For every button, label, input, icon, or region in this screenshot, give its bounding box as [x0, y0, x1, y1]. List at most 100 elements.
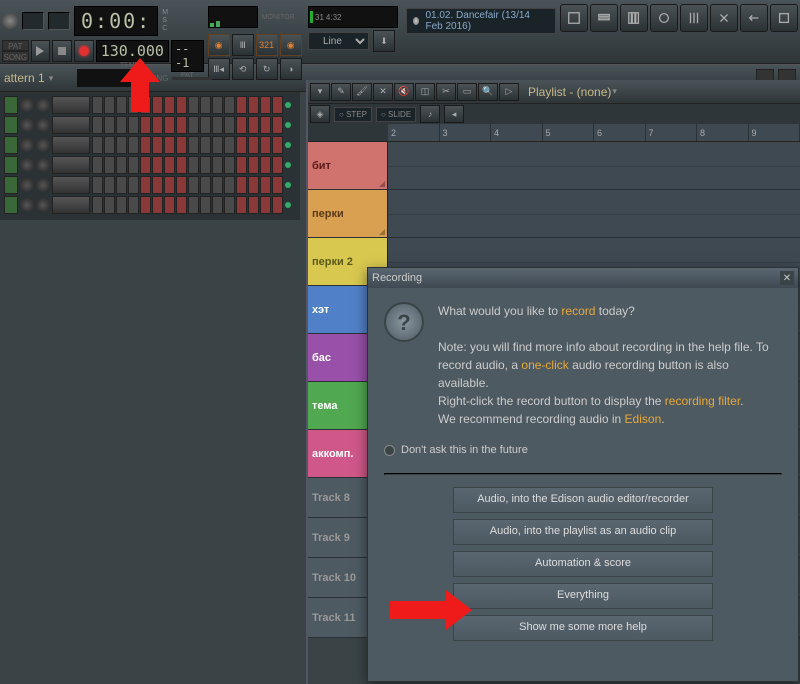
- track-lane[interactable]: [388, 190, 800, 237]
- pan-knob[interactable]: [20, 118, 34, 132]
- step-cell[interactable]: [236, 196, 247, 214]
- step-cell[interactable]: [224, 96, 235, 114]
- step-cell[interactable]: [116, 136, 127, 154]
- selector-1[interactable]: [22, 12, 44, 30]
- vol-knob[interactable]: [36, 138, 50, 152]
- step-cell[interactable]: [260, 156, 271, 174]
- dialog-option-0[interactable]: Audio, into the Edison audio editor/reco…: [453, 487, 713, 513]
- back-button[interactable]: ◂: [444, 105, 464, 123]
- step-cell[interactable]: [188, 196, 199, 214]
- channel-button[interactable]: [52, 96, 90, 114]
- piano-roll-button[interactable]: [620, 4, 648, 32]
- channel-led[interactable]: [285, 202, 291, 208]
- slip-tool[interactable]: ◫: [415, 83, 435, 101]
- step-cell[interactable]: [164, 116, 175, 134]
- vol-knob[interactable]: [36, 198, 50, 212]
- step-cell[interactable]: [272, 116, 283, 134]
- track-header[interactable]: перки: [308, 190, 388, 237]
- channel-selector[interactable]: [4, 156, 18, 174]
- dont-ask-checkbox[interactable]: Don't ask this in the future: [384, 442, 782, 459]
- step-cell[interactable]: [92, 156, 103, 174]
- snap-button[interactable]: ◈: [310, 105, 330, 123]
- step-cell[interactable]: [152, 196, 163, 214]
- step-button[interactable]: ⟲: [232, 58, 254, 80]
- stop-button[interactable]: [52, 40, 72, 62]
- step-cell[interactable]: [200, 136, 211, 154]
- paint-tool[interactable]: 🖌: [352, 83, 372, 101]
- step-cell[interactable]: [116, 156, 127, 174]
- channel-led[interactable]: [285, 122, 291, 128]
- step-cell[interactable]: [248, 196, 259, 214]
- step-cell[interactable]: [188, 96, 199, 114]
- save-button[interactable]: [770, 4, 798, 32]
- step-cell[interactable]: [116, 176, 127, 194]
- step-cell[interactable]: [272, 136, 283, 154]
- step-cell[interactable]: [200, 116, 211, 134]
- step-cell[interactable]: [212, 116, 223, 134]
- time-display[interactable]: 0:00:: [74, 6, 158, 36]
- step-cell[interactable]: [128, 96, 139, 114]
- delete-tool[interactable]: ✕: [373, 83, 393, 101]
- step-cell[interactable]: [272, 176, 283, 194]
- step-cell[interactable]: [260, 136, 271, 154]
- channel-button[interactable]: [52, 156, 90, 174]
- step-cell[interactable]: [152, 176, 163, 194]
- step-cell[interactable]: [140, 176, 151, 194]
- ruler-mark[interactable]: 6: [594, 124, 646, 141]
- step-cell[interactable]: [92, 196, 103, 214]
- pan-knob[interactable]: [20, 158, 34, 172]
- pan-knob[interactable]: [20, 198, 34, 212]
- step-cell[interactable]: [176, 156, 187, 174]
- step-cell[interactable]: [152, 96, 163, 114]
- snap-button[interactable]: ⬇: [373, 30, 395, 52]
- channel-selector[interactable]: [4, 176, 18, 194]
- vol-knob[interactable]: [36, 178, 50, 192]
- step-cell[interactable]: [128, 156, 139, 174]
- close-icon[interactable]: ✕: [780, 271, 794, 285]
- step-cell[interactable]: [104, 116, 115, 134]
- step-cell[interactable]: [164, 196, 175, 214]
- step-cell[interactable]: [92, 116, 103, 134]
- step-cell[interactable]: [236, 176, 247, 194]
- countdown-button[interactable]: Ⅲ: [232, 34, 254, 56]
- channel-selector[interactable]: [4, 116, 18, 134]
- selector-2[interactable]: [48, 12, 70, 30]
- step-cell[interactable]: [104, 176, 115, 194]
- step-cell[interactable]: [272, 196, 283, 214]
- scroll-button[interactable]: ↻: [256, 58, 278, 80]
- step-cell[interactable]: [200, 176, 211, 194]
- step-cell[interactable]: [104, 156, 115, 174]
- step-cell[interactable]: [116, 196, 127, 214]
- step-cell[interactable]: [140, 196, 151, 214]
- step-cell[interactable]: [236, 136, 247, 154]
- channel-selector[interactable]: [4, 196, 18, 214]
- step-cell[interactable]: [128, 116, 139, 134]
- step-cell[interactable]: [236, 96, 247, 114]
- channel-button[interactable]: [52, 176, 90, 194]
- swing-slider[interactable]: [172, 77, 212, 80]
- step-cell[interactable]: [272, 156, 283, 174]
- step-cell[interactable]: [212, 176, 223, 194]
- step-cell[interactable]: [92, 176, 103, 194]
- ruler-mark[interactable]: 8: [697, 124, 749, 141]
- step-cell[interactable]: [164, 96, 175, 114]
- step-cell[interactable]: [140, 116, 151, 134]
- channel-button[interactable]: [52, 116, 90, 134]
- pan-knob[interactable]: [20, 138, 34, 152]
- track-header[interactable]: бит: [308, 142, 388, 189]
- playlist-button[interactable]: [560, 4, 588, 32]
- ruler-mark[interactable]: 7: [646, 124, 698, 141]
- ruler-mark[interactable]: 3: [440, 124, 492, 141]
- ruler-mark[interactable]: 5: [543, 124, 595, 141]
- step-cell[interactable]: [92, 136, 103, 154]
- step-cell[interactable]: [128, 136, 139, 154]
- vol-knob[interactable]: [36, 118, 50, 132]
- step-cell[interactable]: [212, 196, 223, 214]
- note-button[interactable]: ♪: [420, 105, 440, 123]
- menu-button[interactable]: ▾: [310, 83, 330, 101]
- tool-button[interactable]: ◑: [280, 58, 302, 80]
- step-cell[interactable]: [248, 136, 259, 154]
- step-mode[interactable]: ○ STEP: [334, 107, 372, 122]
- step-cell[interactable]: [188, 136, 199, 154]
- channel-selector[interactable]: [4, 136, 18, 154]
